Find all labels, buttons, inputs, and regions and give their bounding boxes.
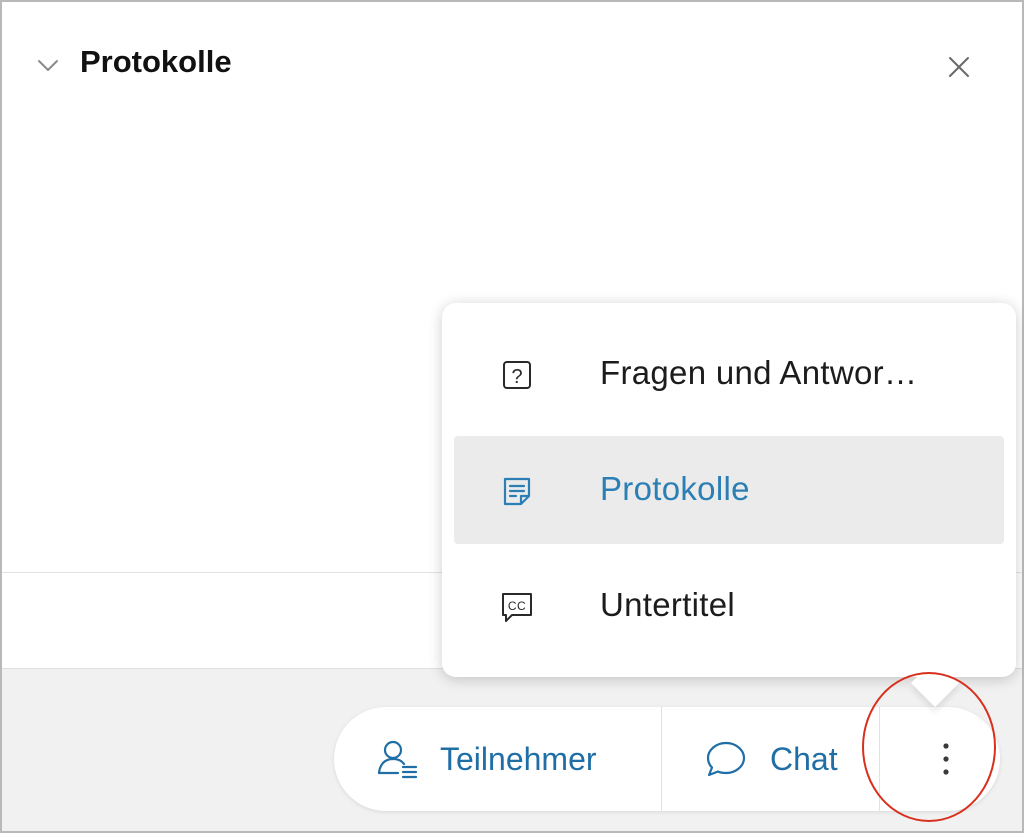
panel-toolbar: Teilnehmer Chat [334, 707, 1000, 811]
chevron-down-icon[interactable] [36, 56, 60, 74]
question-icon: ? [503, 361, 531, 389]
bottom-control-bar: Teilnehmer Chat [2, 668, 1022, 831]
menu-item-label: Fragen und Antwor… [600, 354, 918, 391]
menu-item-label: Protokolle [600, 470, 750, 507]
toolbar-separator [661, 707, 662, 811]
more-vertical-icon [943, 743, 949, 775]
menu-item-questions-answers[interactable]: ? Fragen und Antwor… [454, 320, 1004, 428]
svg-text:?: ? [511, 366, 522, 388]
chat-button[interactable]: Chat [704, 707, 838, 811]
panel-header: Protokolle [2, 2, 1022, 122]
panel-title: Protokolle [80, 44, 232, 79]
close-icon[interactable] [946, 54, 972, 80]
chat-label: Chat [770, 740, 838, 777]
transcript-icon [503, 477, 531, 506]
menu-item-transcript[interactable]: Protokolle [454, 436, 1004, 544]
chat-bubble-icon [706, 741, 746, 777]
toolbar-separator [879, 707, 880, 811]
closed-captions-icon: CC [502, 593, 532, 622]
participants-icon [377, 740, 418, 779]
menu-bottom-edge [442, 630, 1016, 677]
menu-item-label: Untertitel [600, 586, 736, 623]
more-options-button[interactable] [910, 707, 982, 811]
svg-text:CC: CC [508, 599, 526, 613]
participants-label: Teilnehmer [440, 740, 597, 777]
more-options-menu: ? Fragen und Antwor… Protokolle CC Unter… [442, 303, 1016, 677]
participants-button[interactable]: Teilnehmer [376, 707, 597, 811]
